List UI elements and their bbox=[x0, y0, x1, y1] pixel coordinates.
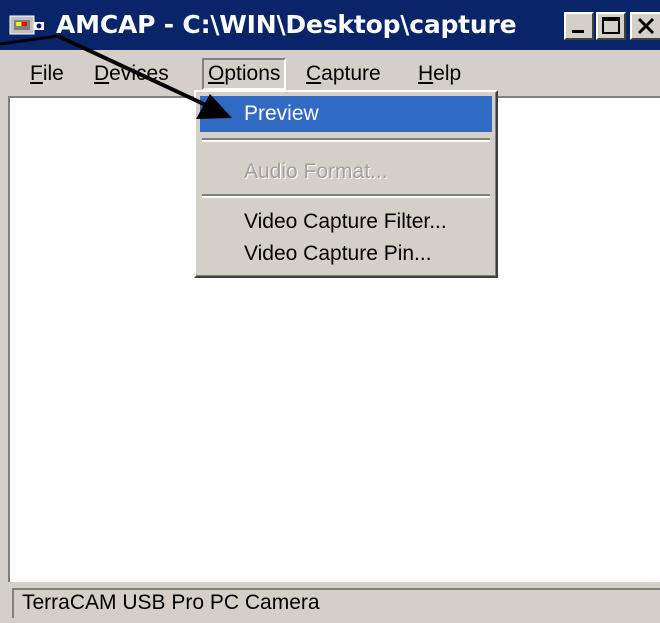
title-bar[interactable]: AMCAP - C:\WIN\Desktop\capture bbox=[0, 0, 660, 50]
menu-devices-label: Devices bbox=[94, 62, 169, 85]
amcap-app-icon[interactable] bbox=[8, 10, 48, 40]
menu-item-preview[interactable]: Preview bbox=[200, 96, 492, 132]
maximize-icon bbox=[602, 17, 620, 34]
options-dropdown-menu: Preview Audio Format... Video Capture Fi… bbox=[194, 90, 498, 278]
close-button[interactable] bbox=[630, 12, 660, 40]
menu-help[interactable]: Help bbox=[414, 58, 465, 90]
menu-help-label: Help bbox=[418, 62, 462, 85]
menu-file-label: File bbox=[30, 62, 64, 85]
menu-file[interactable]: File bbox=[26, 58, 68, 90]
menu-capture[interactable]: Capture bbox=[302, 58, 385, 90]
amcap-window: AMCAP - C:\WIN\Desktop\capture File Devi… bbox=[0, 0, 660, 623]
status-text: TerraCAM USB Pro PC Camera bbox=[12, 588, 660, 618]
minimize-icon bbox=[572, 30, 584, 33]
menu-capture-label: Capture bbox=[306, 62, 381, 85]
status-bar: TerraCAM USB Pro PC Camera bbox=[0, 582, 660, 623]
menu-item-video-capture-pin[interactable]: Video Capture Pin... bbox=[200, 236, 492, 272]
menu-devices[interactable]: Devices bbox=[90, 58, 173, 90]
menu-separator bbox=[202, 138, 490, 142]
maximize-button[interactable] bbox=[596, 12, 626, 40]
close-icon bbox=[637, 17, 655, 35]
minimize-button[interactable] bbox=[564, 12, 594, 40]
menu-item-audio-format: Audio Format... bbox=[244, 160, 388, 183]
menu-item-video-capture-filter[interactable]: Video Capture Filter... bbox=[200, 204, 492, 240]
menu-separator bbox=[202, 194, 490, 198]
menu-options-label: Options bbox=[208, 62, 281, 85]
menu-options[interactable]: Options bbox=[202, 58, 287, 90]
window-controls bbox=[564, 12, 660, 42]
window-title: AMCAP - C:\WIN\Desktop\capture bbox=[56, 10, 517, 39]
